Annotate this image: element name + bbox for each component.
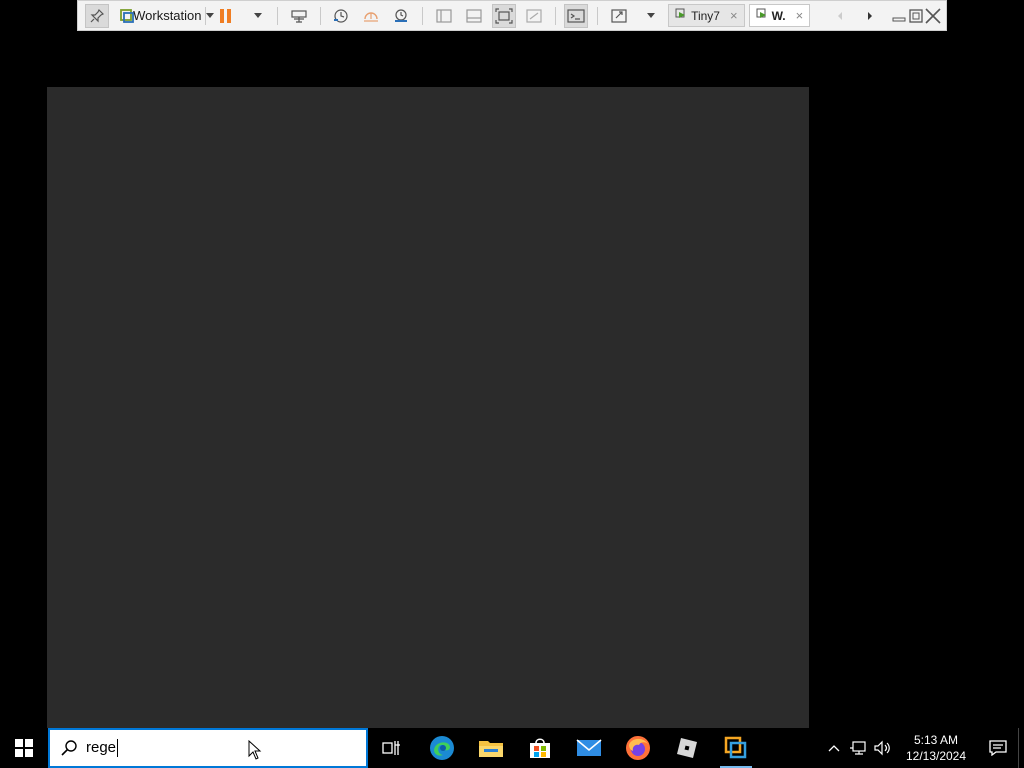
scroll-tabs-left-icon[interactable]	[828, 4, 852, 28]
snapshot-manager-button[interactable]	[389, 4, 413, 28]
chevron-down-icon	[647, 13, 656, 18]
vmware-icon	[724, 736, 747, 759]
folder-icon	[479, 741, 503, 757]
task-view-button[interactable]	[368, 728, 416, 768]
search-icon	[61, 740, 77, 756]
unity-button[interactable]	[522, 4, 546, 28]
clock[interactable]: 5:13 AM 12/13/2024	[900, 732, 972, 764]
pin-icon[interactable]	[85, 3, 109, 28]
toolbar-divider	[277, 6, 278, 25]
volume-button[interactable]	[870, 728, 894, 768]
restore-button[interactable]	[908, 4, 924, 28]
mouse-cursor-icon	[248, 739, 262, 765]
close-icon[interactable]: ×	[796, 8, 804, 23]
chevron-down-icon	[254, 13, 263, 18]
file-explorer-button[interactable]	[467, 728, 515, 768]
edge-icon	[430, 736, 454, 760]
show-hidden-icons-button[interactable]	[822, 728, 846, 768]
show-desktop-button[interactable]	[1018, 728, 1024, 768]
toolbar-divider	[554, 6, 556, 25]
vm-icon	[756, 8, 768, 23]
task-view-icon	[382, 741, 400, 755]
network-button[interactable]	[846, 728, 870, 768]
taskbar-search-box[interactable]: rege	[48, 728, 368, 768]
action-center-button[interactable]	[978, 728, 1018, 768]
tab-label: Tiny7	[691, 8, 720, 23]
vmware-workstation-button[interactable]	[712, 728, 760, 768]
network-icon	[850, 741, 866, 755]
firefox-button[interactable]	[614, 728, 662, 768]
mail-button[interactable]	[565, 728, 613, 768]
stretch-dropdown[interactable]	[637, 4, 661, 28]
tab-w[interactable]: W. ×	[748, 4, 811, 27]
vmware-toolbar: Workstation Tiny7 × W. ×	[77, 0, 947, 31]
notification-icon	[989, 740, 1007, 756]
microsoft-store-button[interactable]	[516, 728, 564, 768]
start-button[interactable]	[0, 728, 48, 768]
search-input[interactable]: rege	[86, 739, 119, 757]
speaker-icon	[874, 740, 890, 756]
firefox-icon	[626, 736, 650, 760]
toolbar-divider	[597, 6, 599, 25]
roblox-button[interactable]	[663, 728, 711, 768]
snapshot-take-button[interactable]	[329, 4, 353, 28]
fit-guest-button[interactable]	[491, 3, 516, 28]
store-icon	[530, 738, 550, 758]
tab-tiny7[interactable]: Tiny7 ×	[668, 4, 745, 27]
workstation-label: Workstation	[133, 8, 202, 23]
edge-button[interactable]	[418, 728, 466, 768]
minimize-button[interactable]	[891, 4, 907, 28]
clock-time: 5:13 AM	[913, 733, 959, 747]
chevron-up-icon	[828, 745, 840, 752]
chevron-down-icon	[205, 13, 214, 18]
stretch-guest-button[interactable]	[607, 4, 631, 28]
toolbar-divider	[319, 6, 321, 25]
close-button[interactable]	[924, 4, 942, 28]
system-tray: 5:13 AM 12/13/2024	[822, 728, 1024, 768]
vm-display[interactable]	[47, 87, 809, 728]
show-library-button[interactable]	[432, 4, 456, 28]
windows-logo-icon	[15, 739, 33, 757]
console-view-button[interactable]	[564, 3, 589, 28]
workstation-menu[interactable]: Workstation	[133, 4, 214, 28]
close-icon[interactable]: ×	[730, 8, 738, 23]
toolbar-divider	[422, 6, 423, 25]
mail-icon	[576, 739, 602, 756]
tab-label: W.	[771, 8, 786, 23]
pause-button[interactable]	[214, 4, 238, 28]
send-ctrl-alt-del-button[interactable]	[287, 4, 311, 28]
roblox-icon	[677, 738, 697, 758]
show-thumbnail-bar-button[interactable]	[462, 4, 486, 28]
vm-icon	[675, 8, 687, 23]
snapshot-revert-button[interactable]	[359, 4, 383, 28]
power-options-dropdown[interactable]	[244, 4, 268, 28]
scroll-tabs-right-icon[interactable]	[858, 4, 882, 28]
clock-date: 12/13/2024	[905, 749, 967, 763]
